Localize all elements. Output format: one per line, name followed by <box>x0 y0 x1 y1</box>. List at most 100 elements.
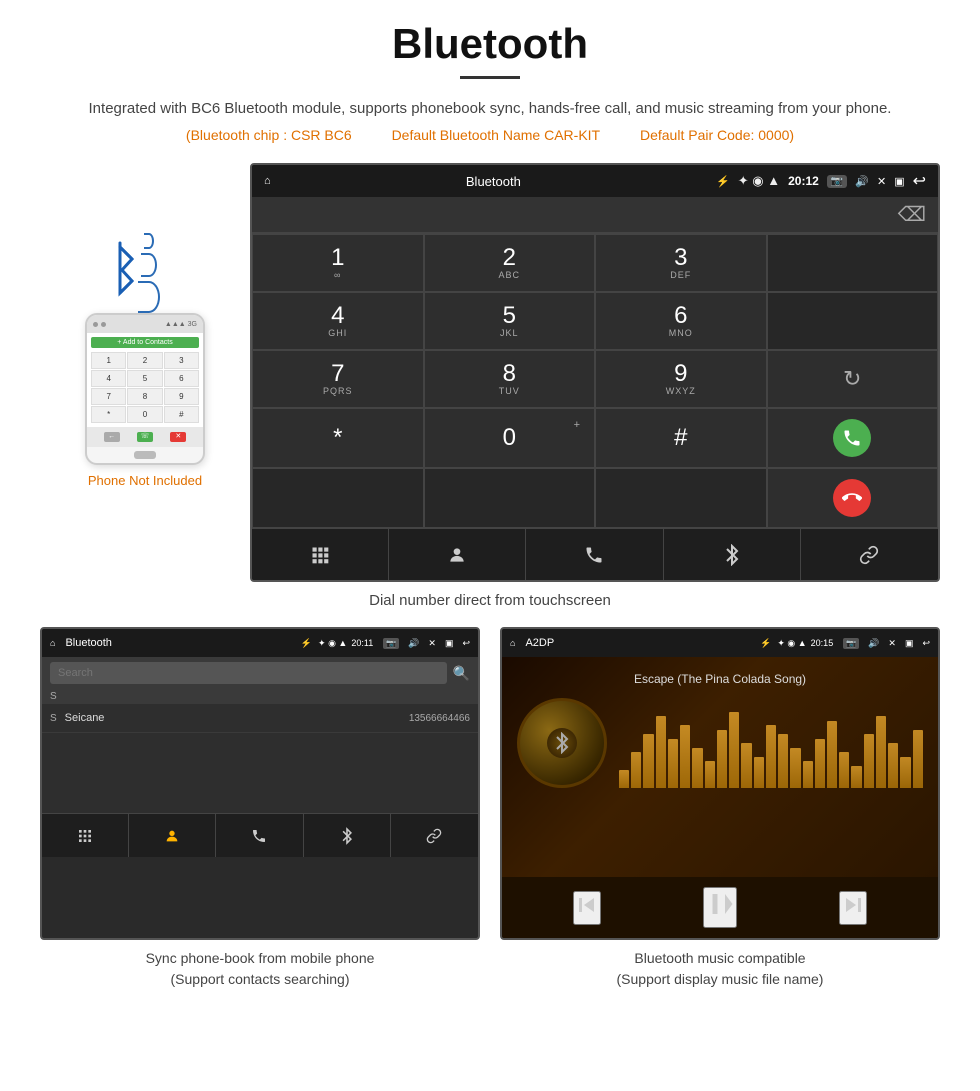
music-album-art <box>517 698 607 788</box>
pb-contact-letter: S <box>50 713 57 724</box>
music-usb-icon: ⚡ <box>760 638 771 649</box>
dial-back-icon[interactable]: ↩ <box>913 171 926 191</box>
dial-num-8: 8 <box>503 362 516 386</box>
dial-num-7: 7 <box>331 362 344 386</box>
music-caption: Bluetooth music compatible (Support disp… <box>500 948 940 990</box>
eq-bar <box>692 748 702 789</box>
eq-bar <box>705 761 715 788</box>
backspace-button[interactable]: ⌫ <box>898 202 926 227</box>
bluetooth-icon <box>723 544 741 566</box>
phone-home-button <box>134 451 156 459</box>
pb-usb-icon: ⚡ <box>301 638 312 649</box>
dial-bottom-phone[interactable] <box>526 529 663 580</box>
music-camera-icon[interactable]: 📷 <box>843 638 859 649</box>
dial-key-1[interactable]: 1 ∞ <box>252 234 424 292</box>
dial-key-empty-2 <box>767 292 939 350</box>
music-screen-title: A2DP <box>521 637 754 649</box>
end-call-button[interactable] <box>833 479 871 517</box>
dial-sub-8: TUV <box>499 386 520 396</box>
pb-back-icon[interactable]: ↩ <box>462 638 470 649</box>
dial-key-0[interactable]: 0 + <box>424 408 596 468</box>
dial-key-refresh[interactable]: ↻ <box>767 350 939 408</box>
dial-close-icon[interactable]: ✕ <box>877 175 886 188</box>
pb-home-icon[interactable]: ⌂ <box>50 638 55 648</box>
dial-key-5[interactable]: 5 JKL <box>424 292 596 350</box>
dial-status-icons: ✦ ◉ ▲ <box>738 173 780 189</box>
dial-camera-icon[interactable]: 📷 <box>827 175 847 188</box>
dial-num-hash: # <box>674 426 687 450</box>
pb-caption-line1: Sync phone-book from mobile phone <box>146 950 375 966</box>
dial-bottom-contacts[interactable] <box>389 529 526 580</box>
dial-sub-4: GHI <box>328 328 347 338</box>
page-container: Bluetooth Integrated with BC6 Bluetooth … <box>0 0 980 1030</box>
pb-grid-btn[interactable] <box>42 814 129 857</box>
phone-speaker <box>93 322 98 327</box>
main-content-area: ▲▲▲ 3G + Add to Contacts 1 2 3 4 5 6 7 8… <box>40 163 940 582</box>
play-pause-icon <box>705 889 735 919</box>
dial-key-8[interactable]: 8 TUV <box>424 350 596 408</box>
music-win-icon[interactable]: ▣ <box>905 638 914 649</box>
call-icon <box>842 428 862 448</box>
pb-close-icon[interactable]: ✕ <box>428 638 436 649</box>
music-playpause-btn[interactable] <box>703 887 737 928</box>
bt-chip-spec: (Bluetooth chip : CSR BC6 <box>186 127 352 143</box>
music-main-area <box>517 698 923 788</box>
pb-search-input[interactable] <box>50 662 447 684</box>
dial-key-6[interactable]: 6 MNO <box>595 292 767 350</box>
dial-key-hash[interactable]: # <box>595 408 767 468</box>
music-close-icon[interactable]: ✕ <box>888 638 896 649</box>
pb-camera-icon[interactable]: 📷 <box>383 638 399 649</box>
music-home-icon[interactable]: ⌂ <box>510 638 515 648</box>
pb-phone-icon <box>251 828 267 844</box>
phone-top-bar: ▲▲▲ 3G <box>87 315 203 333</box>
pb-bluetooth-btn[interactable] <box>304 814 391 857</box>
dial-time: 20:12 <box>788 174 819 188</box>
phone-end-btn: ✕ <box>170 432 186 442</box>
pb-search-area: 🔍 <box>42 657 478 689</box>
phone-add-contacts-btn: + Add to Contacts <box>91 337 199 348</box>
music-vol-icon[interactable]: 🔊 <box>868 638 879 649</box>
music-next-btn[interactable] <box>839 891 867 925</box>
dial-key-star[interactable]: * <box>252 408 424 468</box>
pb-link-btn[interactable] <box>391 814 478 857</box>
pb-status-icons: ✦ ◉ ▲ 20:11 <box>318 638 373 649</box>
pb-vol-icon[interactable]: 🔊 <box>408 638 419 649</box>
pb-grid-icon <box>77 828 93 844</box>
dial-bottom-bar <box>252 528 938 580</box>
phone-label: Phone Not Included <box>88 473 202 488</box>
dial-key-empty-1 <box>767 234 939 292</box>
music-caption-line2: (Support display music file name) <box>617 971 824 987</box>
pb-caption-line2: (Support contacts searching) <box>171 971 350 987</box>
dial-bottom-link[interactable] <box>801 529 938 580</box>
pb-win-icon[interactable]: ▣ <box>445 638 454 649</box>
dial-key-4[interactable]: 4 GHI <box>252 292 424 350</box>
music-prev-btn[interactable] <box>573 891 601 925</box>
dial-key-2[interactable]: 2 ABC <box>424 234 596 292</box>
pb-contact-row[interactable]: S Seicane 13566664466 <box>42 704 478 733</box>
dial-bottom-bluetooth[interactable] <box>664 529 801 580</box>
dial-key-3[interactable]: 3 DEF <box>595 234 767 292</box>
dial-status-bar: ⌂ Bluetooth ⚡ ✦ ◉ ▲ 20:12 📷 🔊 ✕ ▣ ↩ <box>252 165 938 197</box>
dial-key-9[interactable]: 9 WXYZ <box>595 350 767 408</box>
phone-icon <box>584 545 604 565</box>
dial-num-5: 5 <box>503 304 516 328</box>
phone-key-0: 0 <box>127 406 162 423</box>
eq-bar <box>754 757 764 789</box>
dial-window-icon[interactable]: ▣ <box>894 175 904 188</box>
pb-contacts-btn[interactable] <box>129 814 216 857</box>
dial-key-end[interactable] <box>767 468 939 528</box>
bluetooth-illustration <box>100 223 190 303</box>
phone-key-8: 8 <box>127 388 162 405</box>
pb-phone-btn[interactable] <box>216 814 303 857</box>
dial-volume-icon[interactable]: 🔊 <box>855 175 869 188</box>
main-caption: Dial number direct from touchscreen <box>40 592 940 609</box>
android-dial-screen[interactable]: ⌂ Bluetooth ⚡ ✦ ◉ ▲ 20:12 📷 🔊 ✕ ▣ ↩ ⌫ 1 <box>250 163 940 582</box>
grid-icon <box>310 545 330 565</box>
dial-key-7[interactable]: 7 PQRS <box>252 350 424 408</box>
phone-key-3: 3 <box>164 352 199 369</box>
dial-bottom-grid[interactable] <box>252 529 389 580</box>
music-back-icon[interactable]: ↩ <box>922 638 930 649</box>
dial-key-call[interactable] <box>767 408 939 468</box>
dial-home-icon[interactable]: ⌂ <box>264 175 271 187</box>
call-button[interactable] <box>833 419 871 457</box>
